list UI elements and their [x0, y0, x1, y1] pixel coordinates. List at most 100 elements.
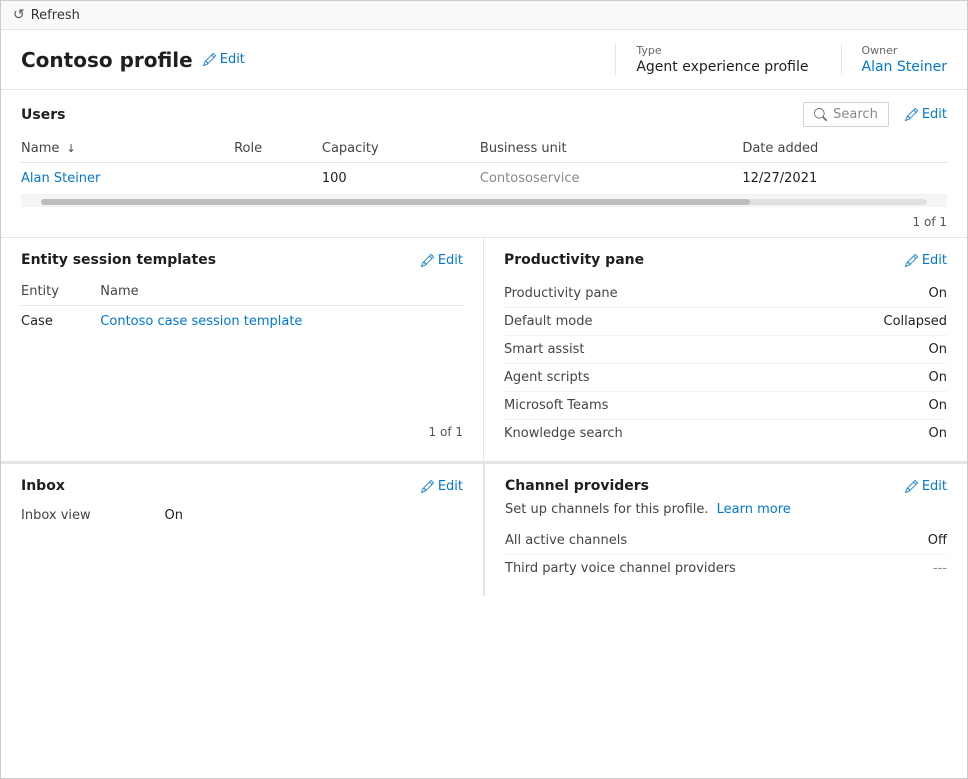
owner-label: Owner: [862, 44, 898, 57]
pane-row-3: Agent scripts On: [504, 364, 947, 392]
header-owner-meta: Owner Alan Steiner: [841, 44, 948, 75]
productivity-pane-rows: Productivity pane On Default mode Collap…: [504, 280, 947, 447]
entity-name-cell: Contoso case session template: [100, 306, 463, 338]
channel-providers-section: Channel providers Edit Set up channels f…: [484, 463, 967, 596]
productivity-pane-title: Productivity pane: [504, 252, 644, 268]
productivity-pane-edit-label: Edit: [922, 253, 947, 268]
refresh-label[interactable]: Refresh: [31, 8, 80, 23]
inbox-header: Inbox Edit: [21, 478, 463, 494]
pane-row-1: Default mode Collapsed: [504, 308, 947, 336]
users-title: Users: [21, 107, 65, 123]
pane-value-1: Collapsed: [884, 314, 948, 329]
productivity-pane-section: Productivity pane Edit Productivity pane…: [484, 238, 967, 462]
channel-providers-edit-button[interactable]: Edit: [905, 479, 947, 494]
users-pagination: 1 of 1: [21, 207, 947, 237]
pane-value-2: On: [929, 342, 947, 357]
entity-pagination: 1 of 1: [21, 417, 463, 447]
pane-label-5: Knowledge search: [504, 426, 623, 441]
scrollbar-track[interactable]: [41, 199, 927, 205]
inbox-row-0: Inbox view On: [21, 502, 463, 529]
entity-col-name: Name: [100, 280, 463, 306]
channel-row-1: Third party voice channel providers ---: [505, 555, 947, 582]
col-role: Role: [234, 135, 322, 163]
search-icon: [814, 108, 827, 121]
pane-row-0: Productivity pane On: [504, 280, 947, 308]
user-name-cell: Alan Steiner: [21, 163, 234, 195]
productivity-pane-header: Productivity pane Edit: [504, 252, 947, 268]
channel-providers-edit-label: Edit: [922, 479, 947, 494]
page-title: Contoso profile: [21, 48, 193, 72]
scroll-area: [21, 195, 947, 207]
table-row: Alan Steiner 100 Contososervice 12/27/20…: [21, 163, 947, 195]
owner-value[interactable]: Alan Steiner: [862, 59, 948, 75]
pencil-icon-inbox: [421, 480, 434, 493]
channel-row-0: All active channels Off: [505, 527, 947, 555]
profile-edit-button[interactable]: Edit: [203, 52, 245, 67]
channel-value-1: ---: [933, 561, 947, 576]
pencil-icon-pane: [905, 254, 918, 267]
channel-label-1: Third party voice channel providers: [505, 561, 736, 576]
entity-template-link[interactable]: Contoso case session template: [100, 314, 302, 329]
header-type-meta: Type Agent experience profile: [615, 44, 808, 75]
pane-label-2: Smart assist: [504, 342, 584, 357]
search-box[interactable]: Search: [803, 102, 889, 127]
entity-session-title: Entity session templates: [21, 252, 216, 268]
pane-value-0: On: [929, 286, 947, 301]
entity-col-entity: Entity: [21, 280, 100, 306]
pencil-icon-users: [905, 108, 918, 121]
entity-session-section: Entity session templates Edit Entity Nam…: [1, 238, 484, 462]
col-name: Name ↓: [21, 135, 234, 163]
pane-value-5: On: [929, 426, 947, 441]
user-link[interactable]: Alan Steiner: [21, 171, 100, 186]
channel-label-0: All active channels: [505, 533, 627, 548]
pane-value-3: On: [929, 370, 947, 385]
channel-desc-text: Set up channels for this profile.: [505, 502, 709, 517]
pencil-icon-entity: [421, 254, 434, 267]
header-left: Contoso profile Edit: [21, 48, 615, 72]
refresh-icon: ↺: [13, 7, 25, 23]
channel-value-0: Off: [928, 533, 947, 548]
pencil-icon: [203, 53, 216, 66]
middle-grid: Entity session templates Edit Entity Nam…: [1, 238, 967, 463]
users-actions: Search Edit: [803, 102, 947, 127]
inbox-title: Inbox: [21, 478, 65, 494]
pane-label-4: Microsoft Teams: [504, 398, 608, 413]
user-role-cell: [234, 163, 322, 195]
user-date-cell: 12/27/2021: [742, 163, 947, 195]
bottom-grid: Inbox Edit Inbox view On Channel provide…: [1, 463, 967, 596]
pencil-icon-channel: [905, 480, 918, 493]
pane-row-5: Knowledge search On: [504, 420, 947, 447]
inbox-value-0: On: [165, 508, 183, 523]
users-table: Name ↓ Role Capacity Business unit Date …: [21, 135, 947, 195]
learn-more-link[interactable]: Learn more: [717, 502, 791, 517]
col-capacity: Capacity: [322, 135, 480, 163]
top-bar: ↺ Refresh: [1, 1, 967, 30]
productivity-pane-edit-button[interactable]: Edit: [905, 253, 947, 268]
scrollbar-thumb[interactable]: [41, 199, 750, 205]
entity-type-cell: Case: [21, 306, 100, 338]
col-business-unit: Business unit: [480, 135, 742, 163]
channel-description: Set up channels for this profile. Learn …: [505, 502, 947, 517]
profile-edit-label: Edit: [220, 52, 245, 67]
inbox-edit-button[interactable]: Edit: [421, 479, 463, 494]
entity-session-edit-label: Edit: [438, 253, 463, 268]
pane-label-0: Productivity pane: [504, 286, 618, 301]
entity-session-header: Entity session templates Edit: [21, 252, 463, 268]
channel-providers-title: Channel providers: [505, 478, 649, 494]
pane-label-1: Default mode: [504, 314, 593, 329]
pane-row-2: Smart assist On: [504, 336, 947, 364]
sort-down-icon: ↓: [67, 142, 76, 155]
col-date-added: Date added: [742, 135, 947, 163]
pane-row-4: Microsoft Teams On: [504, 392, 947, 420]
inbox-section: Inbox Edit Inbox view On: [1, 463, 484, 596]
pane-value-4: On: [929, 398, 947, 413]
entity-row: Case Contoso case session template: [21, 306, 463, 338]
pane-label-3: Agent scripts: [504, 370, 590, 385]
user-business-unit-cell: Contososervice: [480, 163, 742, 195]
users-edit-label: Edit: [922, 107, 947, 122]
inbox-label-0: Inbox view: [21, 508, 91, 523]
entity-session-edit-button[interactable]: Edit: [421, 253, 463, 268]
users-section: Users Search Edit Name ↓ Role Capacity B…: [1, 90, 967, 238]
users-section-header: Users Search Edit: [21, 102, 947, 127]
users-edit-button[interactable]: Edit: [905, 107, 947, 122]
